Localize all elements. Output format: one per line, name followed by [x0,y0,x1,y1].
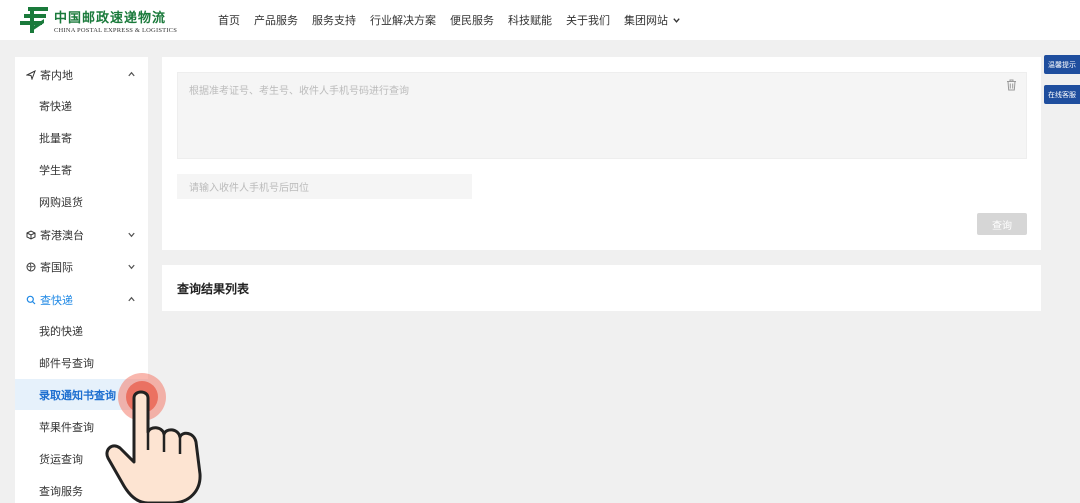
globe-icon [25,261,36,272]
sidebar-group-label: 寄国际 [40,260,73,274]
chevron-up-icon [128,296,135,302]
result-list-panel: 查询结果列表 [162,265,1041,311]
sidebar-item-express[interactable]: 寄快递 [15,90,148,121]
sidebar-item-batch[interactable]: 批量寄 [15,122,148,153]
result-list-title: 查询结果列表 [177,281,250,296]
nav-item-solutions[interactable]: 行业解决方案 [370,12,436,28]
sidebar: 寄内地 寄快递 批量寄 学生寄 网购退货 寄港澳台 寄国际 查快递 我的快递 邮… [15,57,148,503]
sidebar-item-freight[interactable]: 货运查询 [15,443,148,474]
sidebar-group-track[interactable]: 查快递 [15,284,148,315]
trash-icon[interactable] [1006,79,1018,91]
chevron-up-icon [128,71,135,77]
main-nav: 首页 产品服务 服务支持 行业解决方案 便民服务 科技赋能 关于我们 集团网站 [218,0,681,40]
logo-chinese-text: 中国邮政速递物流 [54,10,167,26]
sidebar-group-domestic[interactable]: 寄内地 [15,59,148,90]
query-textarea-placeholder: 根据准考证号、考生号、收件人手机号码进行查询 [189,86,409,97]
sidebar-group-label: 寄内地 [40,68,73,82]
sidebar-item-return[interactable]: 网购退货 [15,186,148,217]
nav-item-tech[interactable]: 科技赋能 [508,12,552,28]
logo-english-text: CHINA POSTAL EXPRESS & LOGISTICS [54,26,178,34]
sidebar-item-my-express[interactable]: 我的快递 [15,315,148,346]
chevron-down-icon [128,264,135,270]
sidebar-item-admission-letter[interactable]: 录取通知书查询 [15,379,148,410]
sidebar-group-hmt[interactable]: 寄港澳台 [15,219,148,250]
nav-item-convenience[interactable]: 便民服务 [450,12,494,28]
sidebar-group-international[interactable]: 寄国际 [15,251,148,282]
china-post-logo-icon [20,7,48,33]
top-header: 中国邮政速递物流 CHINA POSTAL EXPRESS & LOGISTIC… [0,0,1080,40]
box-icon [25,229,36,240]
sidebar-group-label: 寄港澳台 [40,228,84,242]
query-panel: 根据准考证号、考生号、收件人手机号码进行查询 请输入收件人手机号后四位 查询 [162,57,1041,250]
nav-item-group-site-label: 集团网站 [624,14,668,27]
nav-item-support[interactable]: 服务支持 [312,12,356,28]
send-icon [25,69,36,80]
sidebar-item-apple[interactable]: 苹果件查询 [15,411,148,442]
tip-button[interactable]: 温馨提示 [1044,55,1080,74]
sidebar-item-student[interactable]: 学生寄 [15,154,148,185]
online-service-button[interactable]: 在线客服 [1044,85,1080,104]
query-textarea[interactable]: 根据准考证号、考生号、收件人手机号码进行查询 [177,72,1027,159]
logo[interactable]: 中国邮政速递物流 CHINA POSTAL EXPRESS & LOGISTIC… [18,5,193,35]
sidebar-item-query-service[interactable]: 查询服务 [15,475,148,503]
search-icon [25,294,36,305]
phone-input-placeholder: 请输入收件人手机号后四位 [189,183,309,194]
nav-item-products[interactable]: 产品服务 [254,12,298,28]
phone-last-four-input[interactable]: 请输入收件人手机号后四位 [177,174,472,199]
chevron-down-icon [673,17,680,23]
chevron-down-icon [128,232,135,238]
sidebar-group-label: 查快递 [40,293,73,307]
nav-item-home[interactable]: 首页 [218,12,240,28]
nav-item-about[interactable]: 关于我们 [566,12,610,28]
query-button[interactable]: 查询 [977,213,1027,235]
nav-item-group-site[interactable]: 集团网站 [624,12,681,28]
sidebar-item-mail-number[interactable]: 邮件号查询 [15,347,148,378]
